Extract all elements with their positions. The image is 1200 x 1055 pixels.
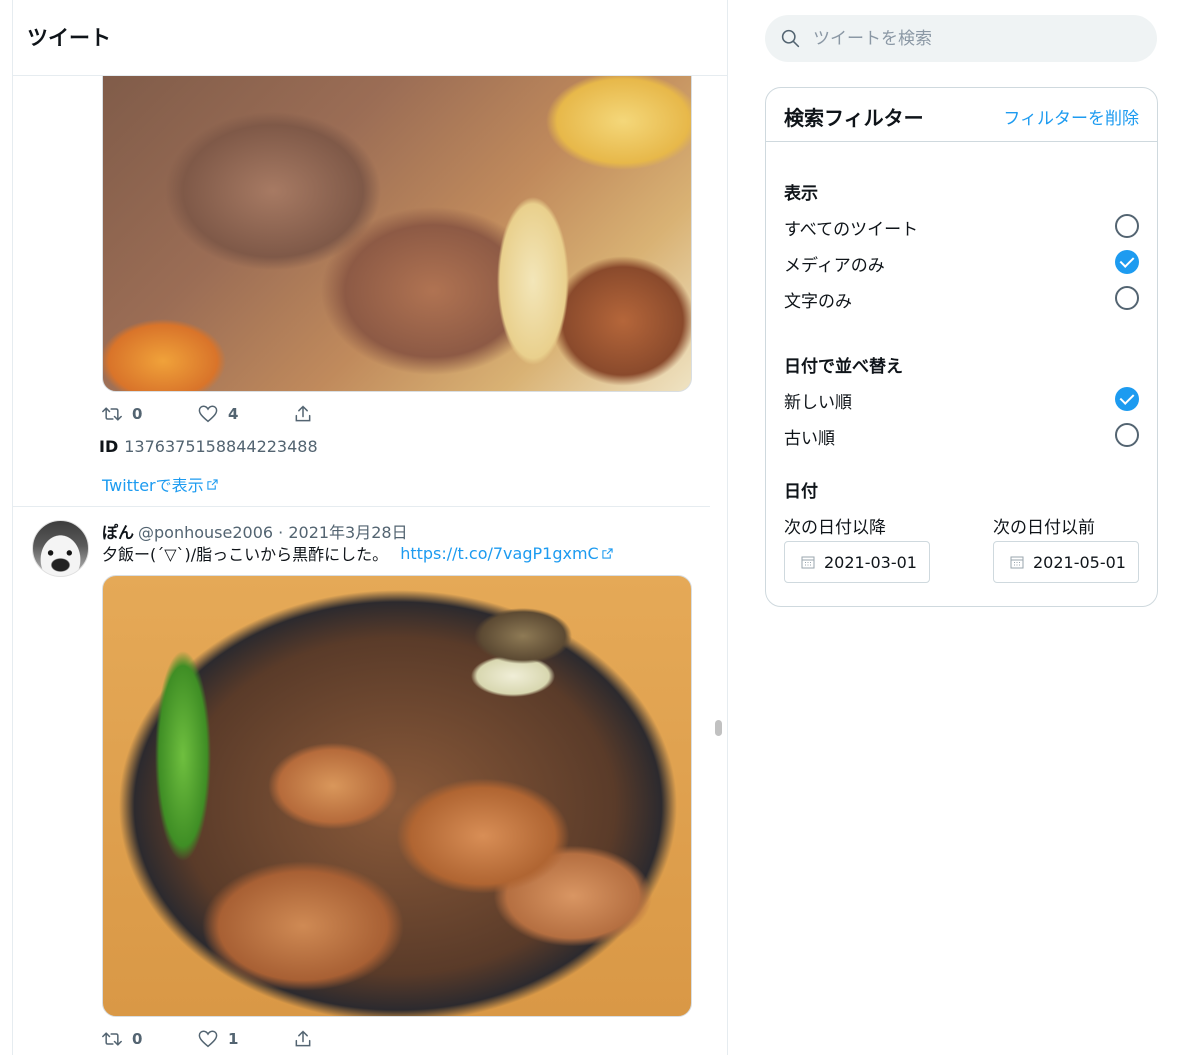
tweet-divider [13,506,710,507]
since-date-value: 2021-03-01 [824,553,917,572]
calendar-icon [801,556,815,569]
search-filter-panel: 検索フィルター フィルターを削除 表示 すべてのツイート メディアのみ 文字のみ… [765,87,1158,607]
radio-text-only[interactable] [1115,286,1139,310]
tweet-id-row: ID 1376375158844223488 [99,437,318,456]
until-date-field[interactable]: 2021-05-01 [993,541,1139,583]
like-button[interactable]: 4 [198,403,238,425]
share-button[interactable] [293,403,313,425]
avatar[interactable] [32,520,89,577]
show-section-title: 表示 [784,184,818,204]
tweet-text: 夕飯ー(´▽`)/脂っこいから黒酢にした。 https://t.co/7vagP… [102,541,613,565]
radio-all-tweets[interactable] [1115,214,1139,238]
tweet-photo-katsudon[interactable] [102,40,692,392]
search-icon [781,29,800,48]
retweet-icon [102,407,122,421]
search-input[interactable] [813,15,1143,62]
search-box[interactable] [765,15,1157,62]
share-icon [295,405,311,422]
until-date-value: 2021-05-01 [1033,553,1126,572]
tweet-timeline: ツイート 0 4 ID 1376375158844223488 Twitterで… [12,0,728,1055]
external-link-icon [207,478,218,490]
timeline-title: ツイート [27,26,111,50]
scrollbar-thumb[interactable] [715,720,722,736]
tweet-actions: 0 1 [102,1028,332,1050]
until-date-label: 次の日付以前 [993,518,1095,538]
external-link-icon [602,547,613,559]
tweet-author-name[interactable]: ぽん [102,523,134,542]
retweet-button[interactable]: 0 [102,403,142,425]
share-button[interactable] [293,1028,313,1050]
filter-title: 検索フィルター [784,106,924,130]
option-newest[interactable]: 新しい順 [784,388,852,413]
tweet-header: ぽん @ponhouse2006 · 2021年3月28日 [102,519,408,543]
tweet-handle-date[interactable]: @ponhouse2006 · 2021年3月28日 [138,523,408,542]
clear-filter-button[interactable]: フィルターを削除 [1003,104,1139,129]
heart-icon [198,405,218,423]
tweet-photo-stirfry[interactable] [102,575,692,1017]
tweet-actions: 0 4 [102,403,332,425]
since-date-field[interactable]: 2021-03-01 [784,541,930,583]
filter-header: 検索フィルター フィルターを削除 [766,88,1157,142]
retweet-button[interactable]: 0 [102,1028,142,1050]
retweet-count: 0 [132,405,143,423]
option-media-only[interactable]: メディアのみ [784,251,885,276]
like-count: 1 [228,1030,239,1048]
retweet-icon [102,1032,122,1046]
timeline-header: ツイート [13,0,727,76]
radio-oldest[interactable] [1115,423,1139,447]
view-on-twitter-label: Twitterで表示 [102,476,204,495]
option-all-tweets[interactable]: すべてのツイート [784,215,918,240]
like-count: 4 [228,405,239,423]
radio-newest[interactable] [1115,387,1139,411]
tweet-url-link[interactable]: https://t.co/7vagP1gxmC [400,544,599,563]
timeline-scrollbar[interactable] [710,76,727,1055]
tweet-id-value: 1376375158844223488 [124,437,318,456]
view-on-twitter-link[interactable]: Twitterで表示 [102,472,218,496]
date-section-title: 日付 [784,482,818,502]
since-date-label: 次の日付以降 [784,518,886,538]
like-button[interactable]: 1 [198,1028,238,1050]
option-oldest[interactable]: 古い順 [784,424,835,449]
tweet-id-label: ID [99,437,119,456]
tweet-body: 夕飯ー(´▽`)/脂っこいから黒酢にした。 [102,545,389,564]
option-text-only[interactable]: 文字のみ [784,287,852,312]
calendar-icon [1010,556,1024,569]
heart-icon [198,1030,218,1048]
retweet-count: 0 [132,1030,143,1048]
share-icon [295,1030,311,1047]
sort-section-title: 日付で並べ替え [784,357,903,377]
radio-media-only[interactable] [1115,250,1139,274]
